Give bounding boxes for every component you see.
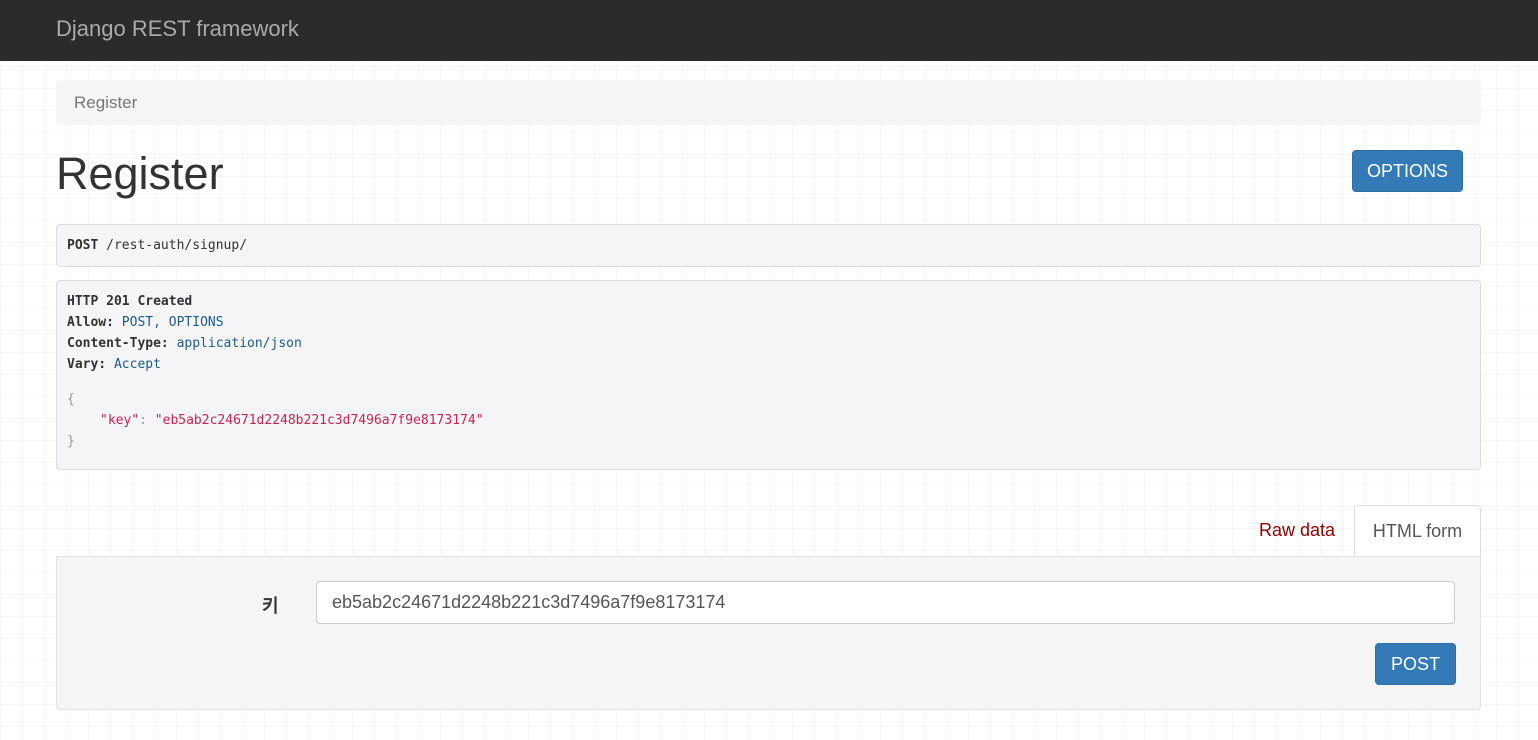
request-line: POST /rest-auth/signup/ bbox=[67, 238, 247, 253]
request-url: /rest-auth/signup/ bbox=[106, 238, 248, 253]
response-status: HTTP 201 Created bbox=[67, 294, 192, 309]
content-tabs: Raw data HTML form bbox=[0, 505, 1538, 557]
header-value: POST, OPTIONS bbox=[121, 315, 224, 330]
page-title: Register bbox=[56, 148, 224, 199]
tab-html-form[interactable]: HTML form bbox=[1354, 505, 1481, 557]
post-button[interactable]: POST bbox=[1375, 643, 1456, 685]
json-value: "eb5ab2c24671d2248b221c3d7496a7f9e817317… bbox=[154, 413, 484, 428]
tab-raw-data[interactable]: Raw data bbox=[1243, 505, 1351, 556]
json-key: "key" bbox=[100, 413, 140, 428]
brand-link[interactable]: Django REST framework bbox=[56, 16, 299, 42]
json-open-brace: { bbox=[67, 392, 75, 407]
options-button[interactable]: OPTIONS bbox=[1352, 150, 1463, 192]
key-field-label: 키 bbox=[262, 596, 279, 616]
request-method: POST bbox=[67, 238, 99, 253]
key-input[interactable] bbox=[316, 581, 1455, 624]
header-name: Allow: bbox=[67, 315, 114, 330]
response-header-vary: Vary: Accept bbox=[67, 357, 161, 372]
json-separator: : bbox=[139, 413, 155, 428]
header-value: Accept bbox=[113, 357, 161, 372]
json-brace: { bbox=[67, 392, 75, 407]
html-form: 키 POST bbox=[56, 556, 1481, 710]
response-header-content-type: Content-Type: application/json bbox=[67, 336, 302, 351]
json-close-brace: } bbox=[67, 434, 75, 449]
breadcrumb: Register bbox=[56, 80, 1481, 125]
header-name: Vary: bbox=[67, 357, 107, 372]
status-text: HTTP 201 Created bbox=[67, 294, 193, 309]
response-info: HTTP 201 Created Allow: POST, OPTIONS Co… bbox=[56, 280, 1481, 470]
header-name: Content-Type: bbox=[67, 336, 169, 351]
request-info: POST /rest-auth/signup/ bbox=[56, 224, 1481, 267]
navbar: Django REST framework bbox=[0, 0, 1538, 61]
header-value: application/json bbox=[176, 336, 302, 351]
response-header-allow: Allow: POST, OPTIONS bbox=[67, 315, 224, 330]
json-key-line: "key": "eb5ab2c24671d2248b221c3d7496a7f9… bbox=[100, 413, 484, 428]
json-brace: } bbox=[67, 434, 75, 449]
breadcrumb-item-register: Register bbox=[74, 93, 138, 112]
